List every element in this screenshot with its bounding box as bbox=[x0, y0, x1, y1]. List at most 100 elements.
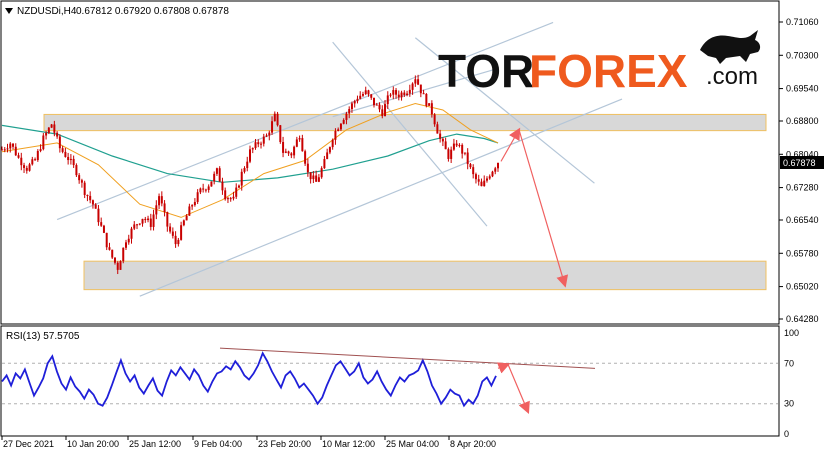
candle-body bbox=[108, 247, 111, 250]
candle-body bbox=[290, 153, 293, 156]
candle-body bbox=[191, 205, 194, 207]
time-tick-label: 25 Jan 12:00 bbox=[129, 439, 181, 449]
candle-body bbox=[433, 114, 436, 125]
time-tick-label: 27 Dec 2021 bbox=[3, 439, 54, 449]
candle-body bbox=[210, 181, 213, 187]
candle-body bbox=[439, 133, 442, 139]
candle-body bbox=[276, 113, 279, 126]
candle-body bbox=[3, 149, 6, 151]
candle-body bbox=[69, 158, 72, 161]
candle-body bbox=[138, 223, 141, 225]
candle-body bbox=[193, 201, 196, 206]
candle-body bbox=[20, 157, 23, 166]
candle-body bbox=[497, 163, 499, 169]
candle-body bbox=[406, 93, 409, 96]
candle-body bbox=[304, 151, 307, 164]
candle-body bbox=[323, 159, 326, 169]
candle-body bbox=[452, 143, 455, 150]
candle-body bbox=[364, 90, 367, 95]
candle-body bbox=[202, 188, 205, 190]
title-symbol: NZDUSDi,H4 bbox=[17, 6, 77, 17]
candle-body bbox=[301, 138, 304, 152]
candle-body bbox=[199, 188, 202, 193]
candle-body bbox=[287, 151, 290, 154]
candle-body bbox=[474, 174, 477, 180]
candle-body bbox=[56, 132, 59, 137]
candle-body bbox=[111, 249, 114, 258]
candle-body bbox=[477, 179, 480, 182]
candle-body bbox=[306, 163, 309, 173]
price-tick-label: 0.68800 bbox=[786, 116, 819, 126]
candle-body bbox=[455, 143, 458, 146]
candle-body bbox=[447, 149, 450, 159]
price-tick-label: 0.64280 bbox=[786, 314, 819, 324]
title-ohlc: 0.67812 0.67920 0.67808 0.67878 bbox=[76, 6, 229, 17]
candle-body bbox=[204, 189, 207, 191]
candle-body bbox=[196, 192, 199, 202]
candle-body bbox=[188, 206, 191, 216]
candle-body bbox=[94, 204, 97, 209]
candle-body bbox=[61, 148, 64, 152]
candle-body bbox=[472, 167, 475, 175]
time-tick-label: 9 Feb 04:00 bbox=[194, 439, 242, 449]
candle-body bbox=[136, 224, 139, 226]
candle-body bbox=[298, 138, 301, 140]
rsi-tick-label: 100 bbox=[784, 328, 799, 338]
logo-tor: TOR bbox=[438, 45, 534, 97]
candle-body bbox=[97, 208, 100, 223]
candle-body bbox=[386, 95, 389, 105]
candle-body bbox=[171, 231, 174, 236]
candle-body bbox=[42, 135, 45, 150]
candle-body bbox=[249, 149, 251, 162]
candle-body bbox=[28, 164, 31, 171]
candle-body bbox=[389, 94, 392, 96]
candle-body bbox=[381, 109, 384, 117]
candle-body bbox=[271, 121, 274, 133]
candle-body bbox=[105, 232, 108, 248]
candle-body bbox=[141, 218, 144, 224]
candle-body bbox=[491, 171, 494, 177]
candle-body bbox=[469, 164, 472, 168]
candle-body bbox=[100, 222, 103, 226]
candle-body bbox=[119, 261, 122, 270]
logo-com: .com bbox=[706, 63, 758, 90]
candle-body bbox=[461, 144, 464, 154]
candle-body bbox=[180, 225, 183, 240]
candle-body bbox=[257, 142, 260, 145]
candle-body bbox=[370, 94, 373, 98]
candle-body bbox=[25, 167, 28, 171]
candle-body bbox=[102, 225, 105, 233]
candle-body bbox=[133, 224, 136, 229]
candle-body bbox=[485, 178, 488, 181]
candle-body bbox=[221, 181, 224, 191]
candle-body bbox=[158, 196, 161, 206]
candle-body bbox=[428, 103, 431, 106]
candle-body bbox=[207, 186, 210, 190]
candle-body bbox=[152, 214, 155, 227]
time-tick-label: 10 Jan 20:00 bbox=[67, 439, 119, 449]
candle-body bbox=[450, 149, 453, 159]
candle-body bbox=[23, 165, 26, 168]
candle-body bbox=[155, 205, 158, 215]
candle-body bbox=[411, 83, 414, 90]
candle-body bbox=[64, 151, 67, 157]
candle-body bbox=[75, 165, 78, 176]
logo-forex: FOREX bbox=[529, 45, 688, 97]
candle-body bbox=[422, 93, 425, 95]
candle-body bbox=[163, 203, 166, 213]
candle-body bbox=[392, 90, 395, 95]
candle-body bbox=[345, 113, 348, 120]
candle-body bbox=[166, 212, 169, 227]
rsi-tick-label: 70 bbox=[784, 358, 794, 368]
candle-body bbox=[144, 218, 147, 221]
candle-body bbox=[282, 142, 285, 153]
price-tick-label: 0.67280 bbox=[786, 183, 819, 193]
candle-body bbox=[243, 168, 246, 172]
price-tick-label: 0.66540 bbox=[786, 215, 819, 225]
candle-body bbox=[67, 156, 70, 161]
price-tick-label: 0.70300 bbox=[786, 50, 819, 60]
candle-body bbox=[130, 228, 133, 239]
candle-body bbox=[293, 146, 296, 156]
candle-body bbox=[425, 93, 428, 106]
candle-body bbox=[53, 124, 56, 133]
